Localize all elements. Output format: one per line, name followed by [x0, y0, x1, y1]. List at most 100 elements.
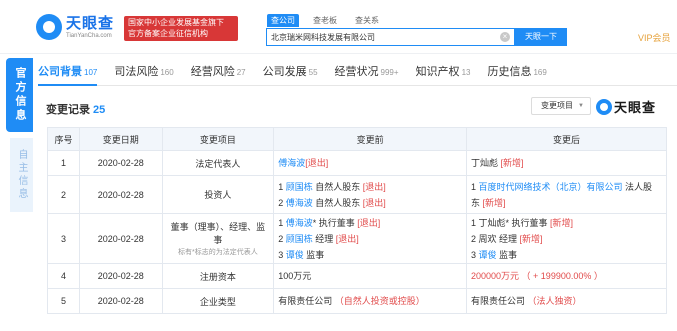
vip-link[interactable]: VIP会员: [638, 31, 671, 44]
search-tabs: 查公司 查老板 查关系: [267, 14, 393, 27]
tab-business-status[interactable]: 经营状况 999+: [335, 62, 399, 86]
change-item-dropdown[interactable]: 变更项目 ▼: [531, 97, 591, 115]
table-row: 3 2020-02-28 董事（理事）、经理、监事 标有*标志的为法定代表人 1 傅海波…: [47, 213, 667, 264]
person-link[interactable]: 谭俊: [286, 250, 304, 260]
change-tag: [退出]: [305, 158, 329, 168]
col-header-after: 变更后: [466, 127, 667, 151]
tab-search-relation[interactable]: 查关系: [351, 14, 383, 27]
tab-history-info[interactable]: 历史信息 169: [487, 62, 546, 86]
cell-before: 1 傅海波* 执行董事 [退出] 2 顾国栋 经理 [退出] 3 谭俊 监事: [273, 213, 468, 264]
cell-item: 董事（理事）、经理、监事标有*标志的为法定代表人: [161, 213, 275, 264]
line-text: 丁灿彪* 执行董事: [478, 217, 551, 228]
line-text: 丁灿彪: [471, 158, 501, 168]
before-line: 2 傅海波 自然人股东 [退出]: [278, 195, 462, 211]
tab-search-company[interactable]: 查公司: [267, 14, 299, 27]
item-hint: 标有*标志的为法定代表人: [178, 249, 258, 256]
change-tag: [新增]: [550, 217, 574, 228]
tab-search-boss[interactable]: 查老板: [309, 14, 341, 27]
search-input[interactable]: 北京瑞米网科技发展有限公司 ×: [266, 28, 515, 46]
line-text: * 执行董事: [312, 217, 358, 228]
person-link[interactable]: 傅海波: [286, 198, 313, 208]
col-header-date: 变更日期: [78, 127, 163, 151]
cell-no: 5: [47, 288, 80, 314]
line-index: 1: [278, 217, 286, 228]
after-line: 3 谭俊 监事: [471, 247, 662, 263]
logo-title: 天眼查: [66, 14, 115, 32]
section-title-text: 变更记录: [46, 104, 90, 116]
item-label: 投资人: [204, 190, 232, 200]
col-header-before: 变更前: [273, 127, 468, 151]
line-text: 自然人股东: [312, 181, 363, 192]
change-tag: [新增]: [519, 233, 543, 244]
search-input-value: 北京瑞米网科技发展有限公司: [271, 32, 375, 42]
before-line: 100万元: [278, 268, 462, 284]
change-tag: [退出]: [362, 181, 386, 192]
change-tag: 200000万元 （ + 199900.00% ）: [471, 271, 603, 281]
cell-no: 1: [47, 150, 80, 176]
line-text: 监事: [303, 249, 325, 260]
after-line: 2 周欢 经理 [新增]: [471, 231, 662, 247]
caret-down-icon: ▼: [578, 103, 584, 109]
change-tag: （自然人投资或控股）: [334, 296, 425, 306]
table-header-row: 序号 变更日期 变更项目 变更前 变更后: [47, 127, 667, 151]
person-link[interactable]: 谭俊: [479, 250, 497, 260]
dropdown-label: 变更项目: [541, 101, 573, 110]
line-text: 有限责任公司: [278, 296, 335, 306]
line-text: 有限责任公司: [471, 296, 528, 306]
clear-icon[interactable]: ×: [500, 32, 510, 42]
cell-no: 4: [47, 263, 80, 289]
person-link[interactable]: 傅海波: [278, 158, 305, 168]
cell-item: 法定代表人: [161, 150, 275, 176]
gov-badge-line1: 国家中小企业发展基金旗下: [128, 18, 224, 27]
before-line: 傅海波[退出]: [278, 155, 462, 171]
side-tab-self-info[interactable]: 自主信息: [10, 138, 33, 212]
cell-before: 有限责任公司 （自然人投资或控股）: [273, 288, 468, 314]
side-tab-official-info[interactable]: 官方信息: [6, 58, 33, 132]
tab-judicial-risk[interactable]: 司法风险 160: [114, 62, 173, 86]
line-index: 1: [471, 181, 479, 192]
tianyancha-logo[interactable]: 天眼查 TianYanCha.com: [36, 14, 114, 40]
logo-subtitle: TianYanCha.com: [66, 32, 112, 39]
change-records-table: 序号 变更日期 变更项目 变更前 变更后 1 2020-02-28 法定代表人 傅海波…: [47, 127, 667, 314]
line-text: 经理: [312, 233, 336, 244]
line-text: 监事: [496, 249, 518, 260]
person-link[interactable]: 顾国栋: [286, 234, 313, 244]
line-index: 1: [278, 181, 286, 192]
cell-before: 1 顾国栋 自然人股东 [退出] 2 傅海波 自然人股东 [退出]: [273, 175, 468, 214]
section-title: 变更记录 25: [46, 101, 105, 117]
tab-company-development[interactable]: 公司发展 55: [263, 62, 318, 86]
cell-item: 投资人: [161, 175, 275, 214]
cell-date: 2020-02-28: [78, 263, 163, 289]
person-link[interactable]: 傅海波: [286, 218, 313, 228]
main-nav-tabs: 公司背景 107 司法风险 160 经营风险 27 公司发展 55 经营状况 999+ 知…: [38, 62, 677, 86]
item-label: 董事（理事）、经理、监事: [170, 222, 266, 245]
person-link[interactable]: 顾国栋: [286, 182, 313, 192]
brand-text: 天眼查: [614, 100, 657, 115]
before-line: 1 傅海波* 执行董事 [退出]: [278, 215, 462, 231]
after-line: 有限责任公司 （法人独资）: [471, 293, 662, 309]
after-line: 丁灿彪 [新增]: [471, 155, 662, 171]
tab-intellectual-property[interactable]: 知识产权 13: [416, 62, 471, 86]
change-tag: [新增]: [482, 197, 506, 208]
line-text: 周欢 经理: [478, 233, 520, 244]
cell-no: 2: [47, 175, 80, 214]
line-text: 法人股: [622, 181, 653, 192]
line-index: 2: [278, 197, 286, 208]
cell-item: 企业类型: [161, 288, 275, 314]
cell-date: 2020-02-28: [78, 150, 163, 176]
line-text: 自然人股东: [312, 197, 363, 208]
tab-business-risk[interactable]: 经营风险 27: [191, 62, 246, 86]
cell-after: 1 百度时代网络技术（北京）有限公司 法人股东 [新增]: [466, 175, 667, 214]
line-index: 东: [471, 197, 483, 208]
after-line: 1 丁灿彪* 执行董事 [新增]: [471, 215, 662, 231]
cell-after: 1 丁灿彪* 执行董事 [新增] 2 周欢 经理 [新增] 3 谭俊 监事: [466, 213, 667, 264]
tab-company-background[interactable]: 公司背景 107: [38, 62, 98, 86]
search-button[interactable]: 天眼一下: [515, 28, 567, 46]
person-link[interactable]: 百度时代网络技术（北京）有限公司: [479, 182, 623, 192]
gov-badge-line2: 官方备案企业征信机构: [128, 29, 208, 38]
item-label: 企业类型: [199, 296, 236, 307]
change-tag: [新增]: [500, 158, 524, 168]
line-index: 3: [278, 249, 286, 260]
before-line: 2 顾国栋 经理 [退出]: [278, 231, 462, 247]
eye-logo-icon: [36, 14, 62, 40]
